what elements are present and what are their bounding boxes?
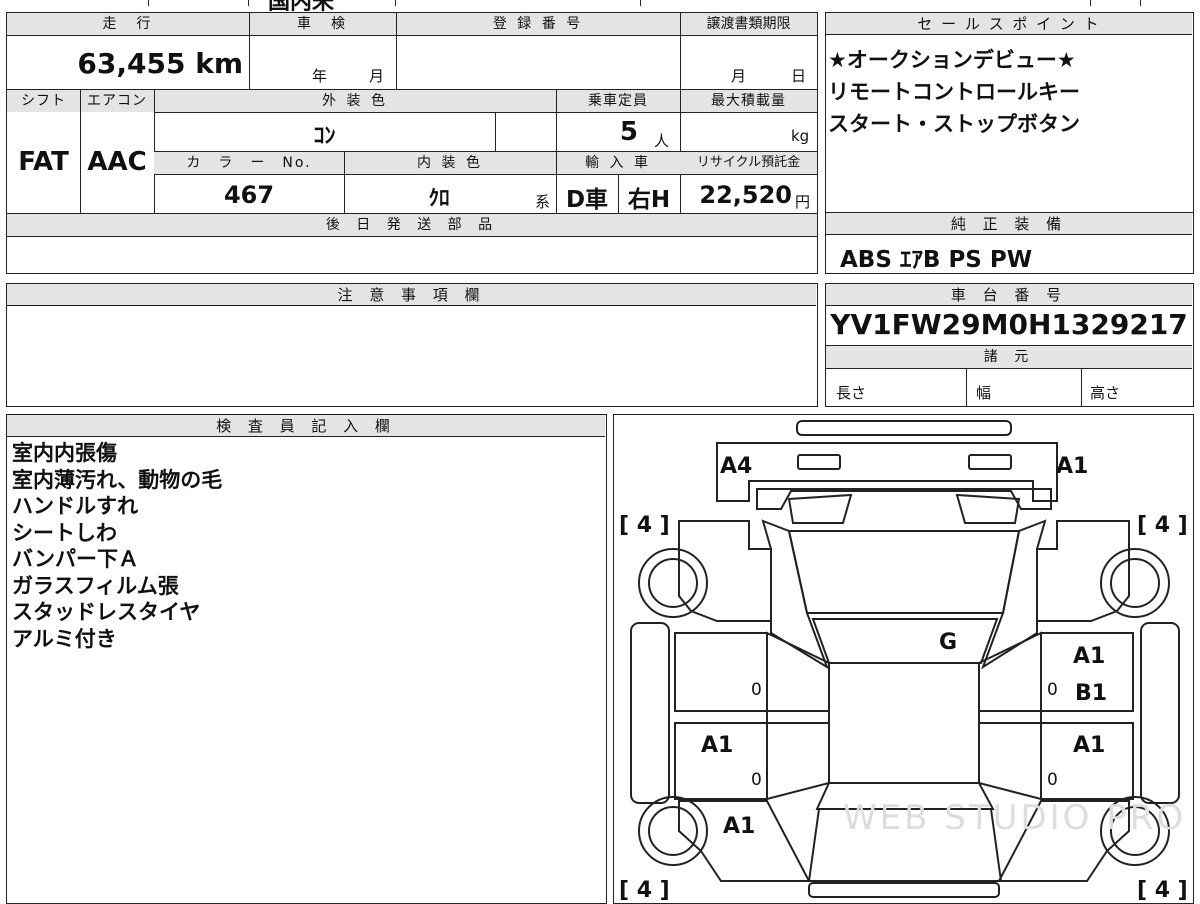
- caution-box: 注 意 事 項 欄: [6, 283, 818, 407]
- left-rear-quarter: [678, 800, 811, 882]
- mileage-label: 走 行: [7, 13, 249, 35]
- sales-point: ★オークションデビュー★: [828, 48, 1076, 72]
- color-no-value: 467: [223, 181, 275, 209]
- transfer-deadline-label: 譲渡書類期限: [680, 13, 817, 35]
- vehicle-diagram-box: WEB STUDIO PRO A4 A1 G A1 B1 A1 A1 A1 0 …: [613, 414, 1194, 904]
- cowl-left: [761, 519, 829, 670]
- sales-points-list: ★オークションデビュー★ リモートコントロールキー スタート・ストップボタン: [828, 44, 1080, 140]
- door-zero: 0: [751, 680, 762, 700]
- tire-rear-left: [ 4 ]: [619, 878, 670, 903]
- inspection-month: 月: [369, 67, 385, 85]
- mark-right-front-door-1: A1: [1073, 644, 1105, 669]
- inspector-note: 室内内張傷: [12, 441, 117, 465]
- chassis-title: 車 台 番 号: [826, 284, 1192, 306]
- shift-value: FAT: [18, 147, 69, 177]
- inspection-label: 車 検: [249, 13, 396, 35]
- width-label: 幅: [976, 384, 992, 402]
- hood-outline: [716, 442, 1058, 502]
- door-zero: 0: [751, 770, 762, 790]
- mark-front-right: A1: [1056, 454, 1088, 479]
- color-no-label: カ ラ ー No.: [154, 152, 344, 174]
- inspector-note: バンパー下Ａ: [12, 547, 140, 571]
- chassis-box: 車 台 番 号 YV1FW29M0H1329217 諸 元 長さ 幅 高さ: [825, 283, 1194, 407]
- height-label: 高さ: [1090, 384, 1121, 402]
- front-bumper: [796, 420, 1012, 436]
- capacity-label: 乗車定員: [556, 90, 680, 112]
- mark-right-rear-door: A1: [1073, 733, 1105, 758]
- specs-title: 諸 元: [826, 346, 1192, 368]
- inspector-title: 検 査 員 記 入 欄: [7, 415, 605, 437]
- front-lamp-right: [955, 493, 1021, 524]
- tire-front-right: [ 4 ]: [1137, 513, 1188, 538]
- length-label: 長さ: [836, 384, 867, 402]
- aircon-label: エアコン: [80, 90, 154, 112]
- inspector-note: アルミ付き: [12, 626, 117, 651]
- import-type: D車: [565, 187, 609, 213]
- headlight-right: [968, 454, 1012, 470]
- inspector-note: シートしわ: [12, 520, 117, 545]
- vehicle-diagram: WEB STUDIO PRO A4 A1 G A1 B1 A1 A1 A1 0 …: [619, 420, 1188, 903]
- mark-right-front-door-2: B1: [1075, 681, 1107, 706]
- recycle-value: 22,520: [699, 181, 792, 209]
- front-lamp-left: [787, 493, 853, 524]
- door-zero: 0: [1047, 770, 1058, 790]
- exterior-color-value: ｺﾝ: [313, 124, 336, 149]
- right-sill: [1140, 622, 1180, 804]
- sales-point: リモートコントロールキー: [828, 80, 1080, 104]
- roof: [828, 662, 980, 784]
- mark-windshield: G: [939, 630, 957, 655]
- exterior-color-label: 外 装 色: [154, 90, 556, 112]
- registration-label: 登 録 番 号: [396, 13, 680, 35]
- max-load-label: 最大積載量: [680, 90, 817, 112]
- transfer-month: 月: [731, 67, 747, 85]
- top-strip: 国内未: [0, 0, 1200, 15]
- chassis-number: YV1FW29M0H1329217: [830, 308, 1188, 341]
- capacity-value: 5: [619, 117, 638, 147]
- sales-points-box: セ ー ル ス ポ イ ン ト ★オークションデビュー★ リモートコントロールキ…: [825, 12, 1194, 213]
- inspection-year: 年: [312, 67, 328, 85]
- rear-bumper: [808, 882, 1000, 898]
- caution-title: 注 意 事 項 欄: [7, 284, 816, 306]
- recycle-label: リサイクル預託金: [680, 152, 817, 174]
- interior-color-label: 内 装 色: [344, 152, 556, 174]
- max-load-unit: kg: [791, 127, 810, 145]
- inspector-notes: 室内内張傷 室内薄汚れ、動物の毛 ハンドルすれ シートしわ バンパー下Ａ ガラス…: [12, 440, 222, 652]
- mark-left-rear-door: A1: [701, 733, 733, 758]
- windshield: [787, 530, 1021, 614]
- summary-table: 走 行 車 検 登 録 番 号 譲渡書類期限 63,455 km 年 月 月 日…: [6, 12, 818, 274]
- transfer-day: 日: [791, 67, 807, 85]
- door-zero: 0: [1047, 680, 1058, 700]
- later-parts-label: 後 日 発 送 部 品: [7, 214, 817, 236]
- mark-left-rear-quarter: A1: [723, 814, 755, 839]
- aircon-value: AAC: [87, 147, 147, 177]
- equipment-value: ABS ｴｱB PS PW: [840, 247, 1033, 273]
- import-label: 輸 入 車: [556, 152, 680, 174]
- headlight-left: [797, 454, 841, 470]
- sales-points-title: セ ー ル ス ポ イ ン ト: [826, 13, 1192, 35]
- capacity-unit: 人: [654, 132, 670, 150]
- interior-color-value: ｸﾛ: [428, 186, 450, 210]
- interior-suffix: 系: [535, 193, 551, 211]
- inspector-note: ガラスフィルム張: [12, 573, 179, 598]
- sales-point: スタート・ストップボタン: [828, 112, 1080, 136]
- shift-label: シフト: [7, 90, 80, 112]
- steering-value: 右H: [627, 187, 671, 213]
- roof-front: [811, 618, 999, 664]
- recycle-unit: 円: [795, 193, 811, 211]
- inspector-note: スタッドレスタイヤ: [12, 600, 201, 624]
- mileage-value: 63,455 km: [77, 47, 243, 80]
- watermark: WEB STUDIO PRO: [843, 798, 1186, 838]
- tire-front-left: [ 4 ]: [619, 513, 670, 538]
- tire-rear-right: [ 4 ]: [1137, 878, 1188, 903]
- mark-front-left: A4: [720, 454, 752, 479]
- left-sill: [630, 622, 670, 804]
- equipment-box: 純 正 装 備 ABS ｴｱB PS PW: [825, 212, 1194, 274]
- inspector-note: 室内薄汚れ、動物の毛: [12, 467, 223, 492]
- inspector-note: ハンドルすれ: [12, 494, 138, 518]
- equipment-title: 純 正 装 備: [826, 213, 1192, 235]
